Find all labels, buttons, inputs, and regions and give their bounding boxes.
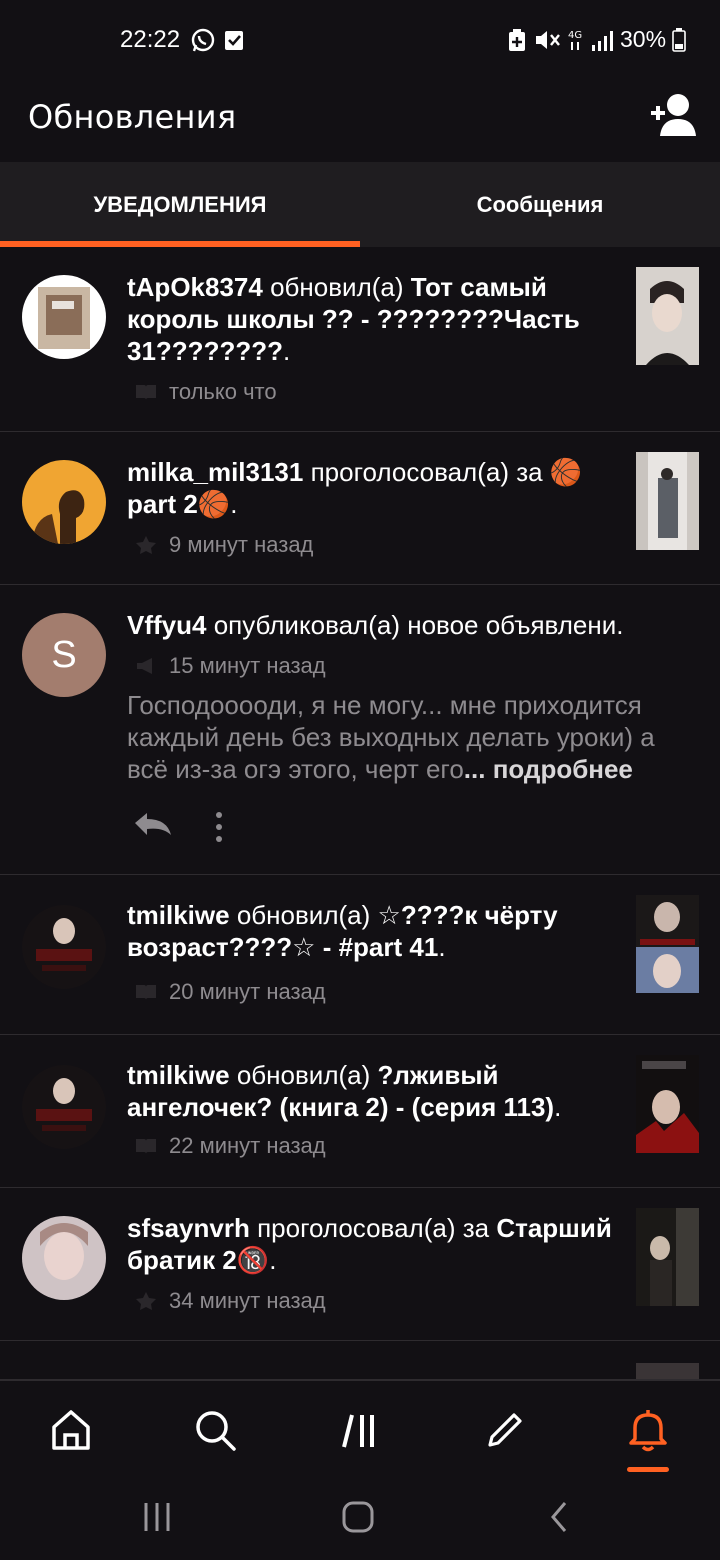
timestamp: только что <box>169 379 277 404</box>
add-user-icon[interactable] <box>648 92 700 138</box>
read-more-link[interactable]: ... подробнее <box>464 754 633 784</box>
story-cover-thumbnail[interactable] <box>636 895 699 993</box>
action-text: проголосовал(а) за <box>257 1213 490 1243</box>
story-cover-thumbnail[interactable] <box>636 1055 699 1153</box>
pencil-icon[interactable] <box>482 1407 528 1453</box>
story-cover-thumbnail[interactable] <box>636 1208 699 1306</box>
svg-text:4G: 4G <box>568 30 582 41</box>
notification-item[interactable]: sfsaynvrh проголосовал(а) за Старший бра… <box>0 1188 720 1341</box>
app-header: Обновления <box>0 82 720 162</box>
end-punct: . <box>438 932 446 962</box>
username[interactable]: milka_mil3131 <box>127 457 303 487</box>
action-text: обновил(а) <box>270 272 404 302</box>
mute-icon <box>536 31 560 49</box>
announcement-item[interactable]: S Vffyu4 опубликовал(а) новое объявлени.… <box>0 585 720 875</box>
timestamp: 20 минут назад <box>169 979 326 1004</box>
tab-messages[interactable]: Сообщения <box>360 162 720 247</box>
timestamp: 22 минут назад <box>169 1133 326 1158</box>
whatsapp-icon <box>191 28 215 52</box>
notification-item[interactable]: tApOk8374 обновил(а) Тот самый король шк… <box>0 247 720 432</box>
end-punct: . <box>554 1092 562 1122</box>
tab-notifications[interactable]: УВЕДОМЛЕНИЯ <box>0 162 360 247</box>
library-icon[interactable] <box>338 1407 384 1453</box>
star-icon <box>136 1292 156 1310</box>
signal-4g-icon: 4G <box>568 30 613 51</box>
notification-item[interactable]: milka_mil3131 проголосовал(а) за 🏀 part … <box>0 432 720 585</box>
reply-icon[interactable] <box>133 811 173 839</box>
avatar[interactable] <box>22 275 106 359</box>
recent-apps-icon[interactable] <box>140 1500 174 1534</box>
username[interactable]: tApOk8374 <box>127 272 263 302</box>
tab-bar: УВЕДОМЛЕНИЯ Сообщения <box>0 162 720 247</box>
battery-saver-icon <box>509 29 525 51</box>
star-icon <box>136 536 156 554</box>
notification-item[interactable]: tmilkiwe обновил(а) ?лживый ангелочек? (… <box>0 1035 720 1188</box>
end-punct: . <box>282 336 291 366</box>
avatar-letter: S <box>51 633 77 676</box>
book-icon <box>136 1139 156 1154</box>
status-time: 22:22 <box>120 26 181 53</box>
battery-level: 30% <box>620 26 667 52</box>
username[interactable]: tmilkiwe <box>127 900 230 930</box>
story-cover-thumbnail[interactable] <box>636 1363 699 1379</box>
username[interactable]: Vffyu4 <box>127 610 206 640</box>
username[interactable]: tmilkiwe <box>127 1060 230 1090</box>
timestamp: 9 минут назад <box>169 532 314 557</box>
notification-item[interactable] <box>0 1341 720 1379</box>
end-punct: . <box>230 489 238 519</box>
bottom-navigation <box>0 1379 720 1484</box>
home-button-icon[interactable] <box>341 1500 375 1534</box>
active-nav-indicator <box>627 1467 669 1472</box>
page-title: Обновления <box>28 98 237 136</box>
battery-icon <box>672 28 686 52</box>
back-icon[interactable] <box>543 1500 577 1534</box>
status-bar: 22:22 4G 30% <box>0 0 720 82</box>
action-text: обновил(а) <box>236 1060 371 1090</box>
story-cover-thumbnail[interactable] <box>636 267 699 365</box>
system-navigation-bar <box>0 1484 720 1560</box>
megaphone-icon <box>137 658 152 674</box>
notification-item[interactable]: tmilkiwe обновил(а) ☆????к чёрту возраст… <box>0 875 720 1035</box>
avatar[interactable]: S <box>22 613 106 697</box>
story-cover-thumbnail[interactable] <box>636 452 699 550</box>
search-icon[interactable] <box>192 1407 238 1453</box>
book-icon <box>136 985 156 1000</box>
action-text: проголосовал(а) за <box>310 457 543 487</box>
notification-feed[interactable]: tApOk8374 обновил(а) Тот самый король шк… <box>0 247 720 1379</box>
username[interactable]: sfsaynvrh <box>127 1213 250 1243</box>
home-icon[interactable] <box>48 1407 94 1453</box>
book-icon <box>136 385 156 400</box>
avatar[interactable] <box>22 905 106 989</box>
more-options-icon[interactable] <box>212 811 226 843</box>
end-punct: . <box>269 1245 277 1275</box>
bell-icon[interactable] <box>625 1407 671 1453</box>
avatar[interactable] <box>22 1216 106 1300</box>
avatar[interactable] <box>22 1065 106 1149</box>
avatar[interactable] <box>22 460 106 544</box>
timestamp: 34 минут назад <box>169 1288 326 1313</box>
timestamp: 15 минут назад <box>169 653 326 678</box>
action-text: опубликовал(а) новое объявлени. <box>213 610 624 640</box>
task-check-icon <box>225 31 243 50</box>
action-text: обновил(а) <box>236 900 371 930</box>
